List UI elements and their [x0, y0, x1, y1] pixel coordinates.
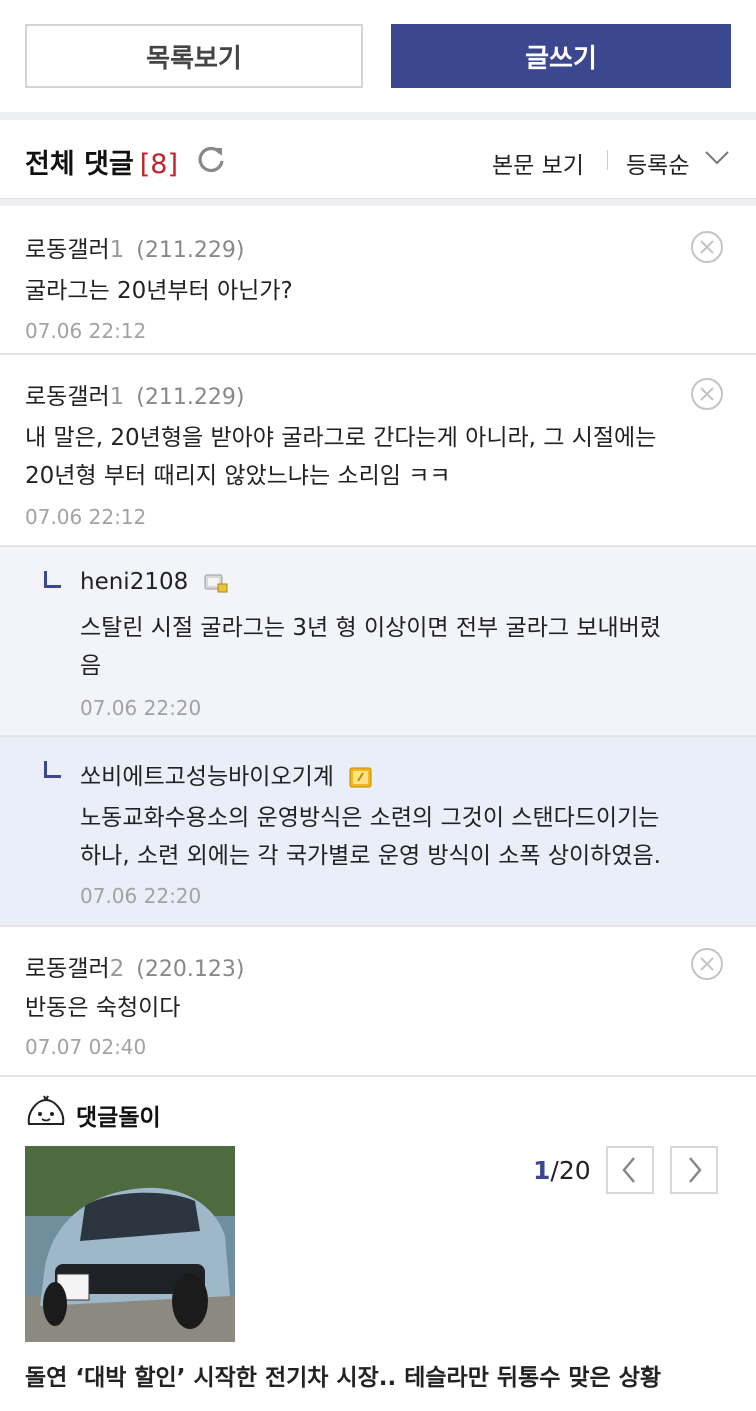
next-button[interactable]	[670, 1146, 718, 1194]
comment-ip: (211.229)	[136, 238, 245, 263]
fixed-nick-badge-icon	[204, 574, 228, 592]
comment-author: 로동갤러1 (211.229)	[25, 384, 245, 410]
top-action-bar: 목록보기 글쓰기	[0, 0, 756, 112]
comment-date: 07.06 22:12	[25, 505, 147, 529]
delete-icon[interactable]	[690, 377, 724, 411]
dumpling-mascot-icon	[27, 1095, 65, 1125]
delete-icon[interactable]	[690, 947, 724, 981]
reply-item: 쏘비에트고성능바이오기계 노동교화수용소의 운영방식은 소련의 그것이 스탠다드…	[0, 737, 756, 927]
post-thumbnail[interactable]	[25, 1146, 235, 1342]
comment-date: 07.07 02:40	[25, 1035, 147, 1059]
chevron-left-icon	[622, 1157, 635, 1183]
comments-header: 전체 댓글 [8] 본문 보기 등록순	[0, 120, 756, 199]
comment-item: 로동갤러1 (211.229) 내 말은, 20년형을 받아야 굴라그로 간다는게…	[0, 355, 756, 547]
reply-text: 노동교화수용소의 운영방식은 소련의 그것이 스탠다드이기는 하나, 소련 외에…	[80, 805, 661, 869]
reply-date: 07.06 22:20	[80, 884, 202, 908]
reply-arrow-icon	[44, 571, 61, 588]
section-divider	[0, 199, 756, 206]
delete-icon[interactable]	[690, 230, 724, 264]
comment-text: 반동은 숙청이다	[25, 995, 181, 1021]
comment-ip: (211.229)	[136, 385, 245, 410]
pager-indicator: 1/20	[533, 1156, 591, 1185]
header-divider	[607, 150, 608, 170]
post-headline-link[interactable]: 돌연 ‘대박 할인’ 시작한 전기차 시장.. 테슬라만 뒤통수 맞은 상황	[25, 1358, 661, 1392]
reply-date: 07.06 22:20	[80, 696, 202, 720]
comment-item: 로동갤러1 (211.229) 굴라그는 20년부터 아닌가? 07.06 22:…	[0, 206, 756, 355]
comment-ip: (220.123)	[136, 957, 245, 982]
list-view-button[interactable]: 목록보기	[25, 24, 363, 88]
write-post-button[interactable]: 글쓰기	[391, 24, 731, 88]
gallery-badge-icon	[349, 767, 372, 787]
reply-author: 쏘비에트고성능바이오기계	[80, 757, 373, 791]
comment-author: 로동갤러1 (211.229)	[25, 237, 245, 263]
prev-button[interactable]	[606, 1146, 654, 1194]
refresh-icon[interactable]	[196, 144, 226, 174]
car-image	[25, 1146, 235, 1342]
comment-text: 굴라그는 20년부터 아닌가?	[25, 278, 293, 304]
reply-arrow-icon	[44, 761, 61, 778]
section-title: 댓글돌이	[76, 1105, 161, 1131]
comment-text: 내 말은, 20년형을 받아야 굴라그로 간다는게 아니라, 그 시절에는 20…	[25, 425, 657, 489]
view-body-link[interactable]: 본문 보기	[492, 146, 584, 180]
reply-text: 스탈린 시절 굴라그는 3년 형 이상이면 전부 굴라그 보내버렸 음	[80, 615, 661, 679]
comment-item: 로동갤러2 (220.123) 반동은 숙청이다 07.07 02:40	[0, 927, 756, 1077]
comments-title: 전체 댓글 [8]	[25, 149, 179, 180]
chevron-right-icon	[689, 1157, 702, 1183]
section-divider	[0, 112, 756, 120]
reply-item: heni2108 스탈린 시절 굴라그는 3년 형 이상이면 전부 굴라그 보내…	[0, 547, 756, 737]
comment-date: 07.06 22:12	[25, 319, 147, 343]
comment-author: 로동갤러2 (220.123)	[25, 956, 245, 982]
comment-count: [8]	[139, 149, 179, 180]
reply-author: heni2108	[80, 569, 228, 595]
related-post-section: 댓글돌이 1/20 돌연 ‘대박 할인’ 시작한 전기차 시장.. 테슬라만 뒤…	[0, 1078, 756, 1411]
sort-select[interactable]: 등록순	[626, 146, 689, 180]
chevron-down-icon[interactable]	[704, 150, 730, 166]
